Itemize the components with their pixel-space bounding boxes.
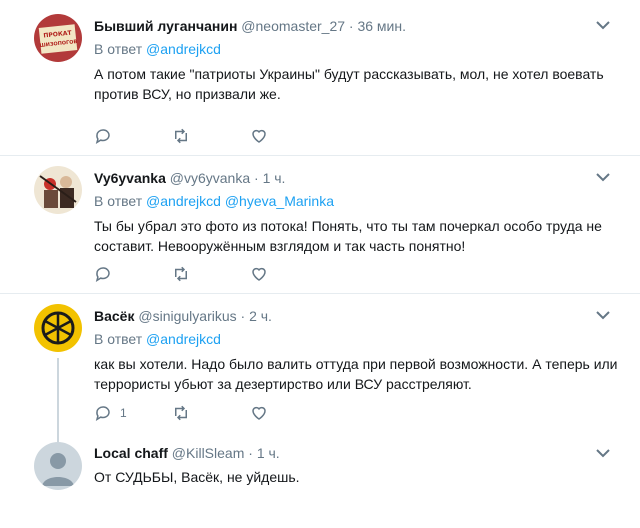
user-handle[interactable]: @neomaster_27 <box>241 18 345 34</box>
tweet-actions <box>94 126 328 146</box>
user-handle[interactable]: @sinigulyarikus <box>138 308 236 324</box>
avatar[interactable] <box>34 442 82 490</box>
tweet-header: Local chaff @KillSleam · 1 ч. <box>94 444 620 463</box>
reply-icon <box>95 267 110 282</box>
reply-context: В ответ @andrejkcd <box>94 330 620 348</box>
separator-dot: · <box>254 170 259 186</box>
reply-context: В ответ @andrejkcd <box>94 40 620 58</box>
reply-prefix: В ответ <box>94 331 143 347</box>
tweet-text: как вы хотели. Надо было валить оттуда п… <box>94 356 618 392</box>
display-name[interactable]: Васёк <box>94 308 134 324</box>
tweet-header: Васёк @sinigulyarikus · 2 ч. <box>94 307 620 326</box>
timestamp[interactable]: 36 мин. <box>357 18 406 34</box>
default-avatar-icon <box>34 442 82 490</box>
retweet-button[interactable] <box>172 265 250 283</box>
avatar-image <box>34 304 82 352</box>
reply-context: В ответ @andrejkcd @hyeva_Marinka <box>94 192 620 210</box>
avatar-image <box>34 166 82 214</box>
reply-prefix: В ответ <box>94 193 143 209</box>
avatar-image: ПРОКАТ ШИЗОПОГОВ <box>34 14 82 62</box>
like-button[interactable] <box>250 404 328 422</box>
timestamp[interactable]: 1 ч. <box>257 445 280 461</box>
display-name[interactable]: Local chaff <box>94 445 168 461</box>
reply-icon <box>95 129 110 144</box>
retweet-icon <box>175 266 187 282</box>
chevron-down-icon[interactable] <box>596 172 610 182</box>
tweet[interactable]: ПРОКАТ ШИЗОПОГОВ Бывший луганчанин @neom… <box>0 0 640 156</box>
timestamp[interactable]: 1 ч. <box>263 170 286 186</box>
reply-icon <box>95 406 110 421</box>
reply-button[interactable] <box>94 127 172 145</box>
mention-link[interactable]: @andrejkcd @hyeva_Marinka <box>146 193 334 209</box>
avatar[interactable] <box>34 304 82 352</box>
reply-prefix: В ответ <box>94 41 143 57</box>
tweet-header: Бывший луганчанин @neomaster_27 · 36 мин… <box>94 17 620 36</box>
user-handle[interactable]: @KillSleam <box>172 445 245 461</box>
retweet-icon <box>175 405 187 421</box>
mention-link[interactable]: @andrejkcd <box>146 331 221 347</box>
separator-dot: · <box>348 18 354 34</box>
display-name[interactable]: Бывший луганчанин <box>94 18 237 34</box>
tweet-text: Ты бы убрал это фото из потока! Понять, … <box>94 218 602 254</box>
tweet[interactable]: Vy6yvanka @vy6yvanka · 1 ч. В ответ @and… <box>0 156 640 294</box>
heart-icon <box>252 129 266 143</box>
chevron-down-icon[interactable] <box>596 20 610 30</box>
timestamp[interactable]: 2 ч. <box>249 308 272 324</box>
avatar[interactable]: ПРОКАТ ШИЗОПОГОВ <box>34 14 82 62</box>
retweet-button[interactable] <box>172 127 250 145</box>
mention-link[interactable]: @andrejkcd <box>146 41 221 57</box>
tweet-header: Vy6yvanka @vy6yvanka · 1 ч. <box>94 169 620 188</box>
heart-icon <box>252 406 266 420</box>
user-handle[interactable]: @vy6yvanka <box>170 170 250 186</box>
display-name[interactable]: Vy6yvanka <box>94 170 166 186</box>
tweet[interactable]: Васёк @sinigulyarikus · 2 ч. В ответ @an… <box>0 294 640 432</box>
tweet-actions <box>94 264 328 284</box>
reply-count: 1 <box>120 406 127 420</box>
retweet-icon <box>175 128 187 144</box>
tweet-text: А потом такие "патриоты Украины" будут р… <box>94 66 604 102</box>
reply-button[interactable]: 1 <box>94 404 172 422</box>
separator-dot: · <box>240 308 246 324</box>
avatar[interactable] <box>34 166 82 214</box>
tweet-text: От СУДЬБЫ, Васёк, не уйдешь. <box>94 469 300 485</box>
retweet-button[interactable] <box>172 404 250 422</box>
chevron-down-icon[interactable] <box>596 310 610 320</box>
like-button[interactable] <box>250 265 328 283</box>
reply-button[interactable] <box>94 265 172 283</box>
like-button[interactable] <box>250 127 328 145</box>
tweet-actions: 1 <box>94 403 328 423</box>
heart-icon <box>252 267 266 281</box>
separator-dot: · <box>248 445 253 461</box>
chevron-down-icon[interactable] <box>596 448 610 458</box>
tweet[interactable]: Local chaff @KillSleam · 1 ч. От СУДЬБЫ,… <box>0 432 640 528</box>
